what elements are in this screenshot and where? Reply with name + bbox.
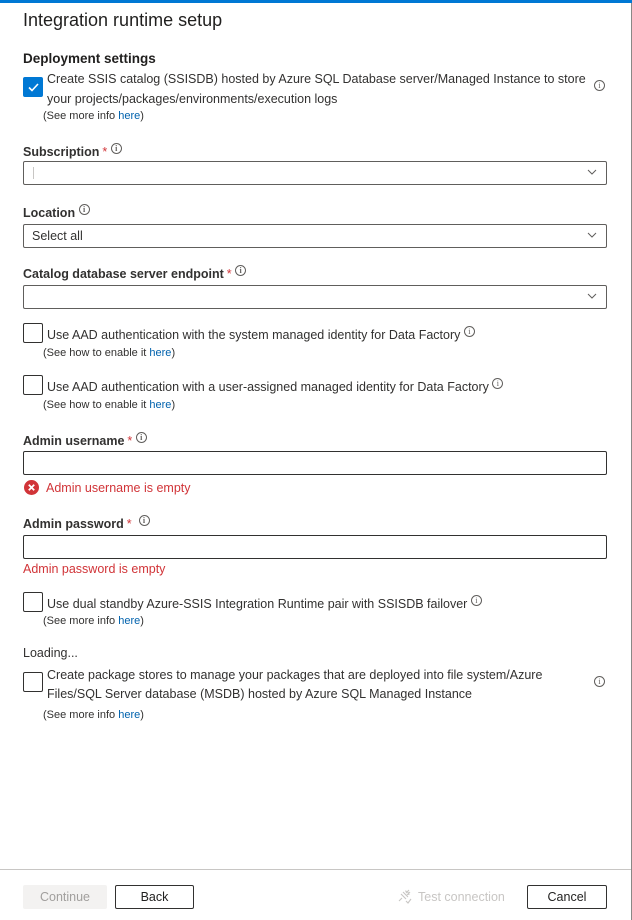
page-title: Integration runtime setup [23,10,223,30]
help-prefix: (See how to enable it [43,347,150,359]
admin-password-input[interactable] [23,535,607,559]
aad-user-help: (See how to enable it here) [43,399,175,411]
aad-system-label-text: Use AAD authentication with the system m… [47,328,461,342]
more-info-prefix: (See more info [43,615,119,627]
package-stores-checkbox[interactable] [23,672,43,692]
info-icon[interactable]: i [492,377,504,389]
dual-standby-more-info: (See more info here) [43,615,144,627]
chevron-down-icon [587,232,597,238]
required-asterisk: * [102,145,108,160]
more-info-prefix: (See more info [43,110,119,122]
aad-user-checkbox[interactable] [23,375,43,395]
test-connection-button[interactable]: Test connection [396,888,505,904]
subscription-label: Subscription * i [23,143,122,159]
info-icon[interactable]: i [594,80,605,91]
more-info-prefix: (See more info [43,709,119,721]
info-icon[interactable]: i [470,594,482,606]
aad-system-label: Use AAD authentication with the system m… [47,325,475,345]
cancel-button[interactable]: Cancel [527,885,607,909]
ssisdb-label-line1: Create SSIS catalog (SSISDB) hosted by A… [47,72,586,86]
section-title: Deployment settings [23,51,156,66]
info-icon[interactable]: i [463,325,475,337]
aad-system-help: (See how to enable it here) [43,347,175,359]
top-accent-bar [0,0,632,3]
aad-system-checkbox[interactable] [23,323,43,343]
package-stores-here-link[interactable]: here [118,709,140,721]
info-icon[interactable]: i [135,432,147,443]
location-dropdown[interactable]: Select all [23,224,607,248]
info-icon[interactable]: i [235,265,247,276]
admin-username-label: Admin username * i [23,432,147,448]
continue-button[interactable]: Continue [23,885,107,909]
more-info-suffix: ) [140,709,144,721]
location-label: Location i [23,204,90,220]
more-info-suffix: ) [140,110,144,122]
test-connection-label: Test connection [418,890,505,904]
plug-icon [398,889,412,904]
endpoint-dropdown[interactable] [23,285,607,309]
footer-divider [0,869,631,870]
endpoint-label: Catalog database server endpoint * i [23,265,247,282]
aad-system-here-link[interactable]: here [149,347,171,359]
info-icon[interactable]: i [110,143,122,154]
admin-password-label-text: Admin password [23,517,124,532]
admin-password-error: Admin password is empty [23,562,166,576]
required-asterisk: * [127,434,133,449]
dual-standby-label: Use dual standby Azure-SSIS Integration … [47,594,482,614]
ssisdb-here-link[interactable]: here [118,110,140,122]
help-prefix: (See how to enable it [43,399,150,411]
aad-user-label: Use AAD authentication with a user-assig… [47,377,504,397]
ssisdb-more-info: (See more info here) [43,110,144,122]
subscription-label-text: Subscription [23,145,100,160]
admin-username-error: Admin username is empty [46,481,191,495]
subscription-dropdown[interactable] [23,161,607,185]
aad-user-label-text: Use AAD authentication with a user-assig… [47,380,489,394]
info-icon[interactable]: i [78,204,90,215]
package-stores-label-line2: Files/SQL Server database (MSDB) hosted … [47,687,472,701]
back-button[interactable]: Back [115,885,194,909]
help-suffix: ) [171,399,176,411]
package-stores-label-line1: Create package stores to manage your pac… [47,668,543,682]
location-label-text: Location [23,206,76,221]
dual-standby-label-text: Use dual standby Azure-SSIS Integration … [47,597,468,611]
error-icon [24,480,39,495]
info-icon[interactable]: i [594,676,605,687]
ssisdb-checkbox[interactable] [23,77,43,97]
dual-standby-here-link[interactable]: here [118,615,140,627]
admin-password-label: Admin password * i [23,515,150,531]
required-asterisk: * [126,517,132,532]
chevron-down-icon [587,293,597,299]
required-asterisk: * [226,267,232,282]
text-caret [33,167,34,179]
info-icon[interactable]: i [138,515,150,526]
endpoint-label-text: Catalog database server endpoint [23,267,224,282]
checkmark-icon [28,83,39,92]
chevron-down-icon [587,169,597,175]
package-stores-more-info: (See more info here) [43,709,144,721]
admin-username-input[interactable] [23,451,607,475]
ssisdb-label-line2: your projects/packages/environments/exec… [47,92,338,106]
dual-standby-checkbox[interactable] [23,592,43,612]
location-value: Select all [32,229,83,243]
more-info-suffix: ) [140,615,144,627]
help-suffix: ) [171,347,176,359]
loading-text: Loading... [23,646,78,660]
aad-user-here-link[interactable]: here [149,399,171,411]
admin-username-label-text: Admin username [23,434,125,449]
